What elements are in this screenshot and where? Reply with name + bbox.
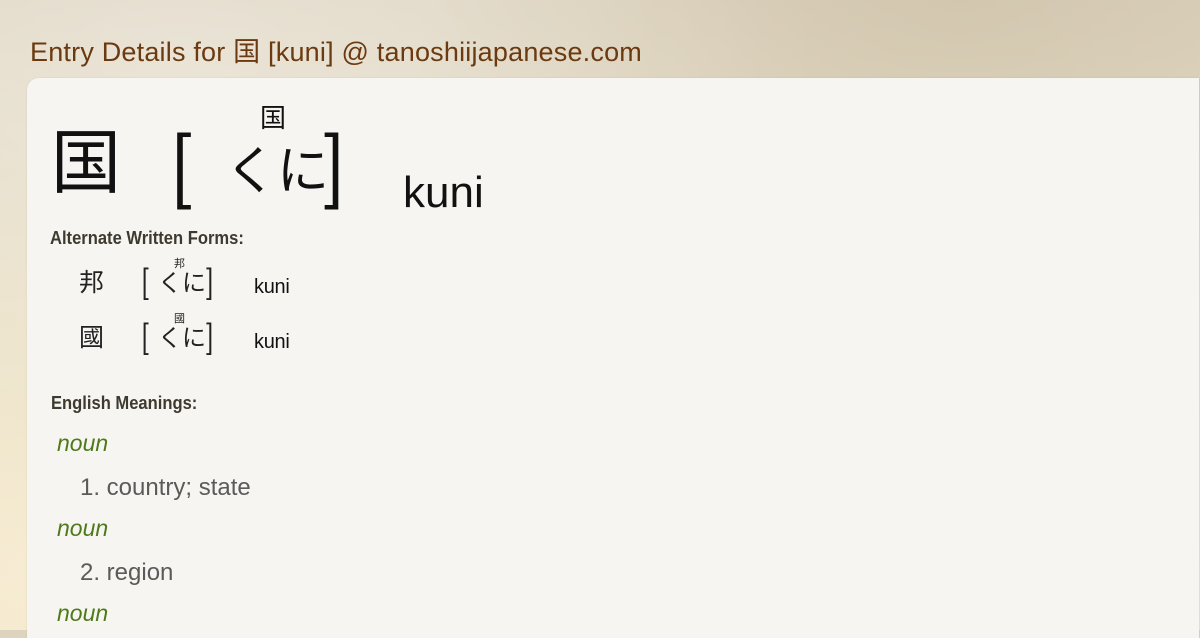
alternate-bracket-open: [ [141, 318, 151, 359]
part-of-speech: noun [57, 430, 109, 456]
alternate-bracket-close: ] [204, 263, 214, 304]
alternate-form-row[interactable]: 邦 [ 邦 くに ] kuni [79, 258, 479, 308]
part-of-speech: noun [57, 515, 109, 541]
meaning-text: 1. country; state [80, 474, 251, 501]
alternate-kanji: 國 [79, 323, 105, 352]
headword-kanji: 国 [51, 122, 121, 204]
entry-card: 国 [ 国 くに ] kuni Alternate Written Forms:… [27, 78, 1199, 638]
headword-bracket-open: [ [172, 119, 196, 219]
alternate-kana: くに [158, 324, 206, 352]
alternate-forms-label: Alternate Written Forms: [50, 228, 244, 248]
headword-romaji: kuni [403, 168, 484, 217]
headword-furigana: 国 [260, 104, 287, 134]
headword-bracket-close: ] [320, 119, 344, 219]
english-meanings-label: English Meanings: [51, 393, 198, 413]
headword-kana: くに [225, 142, 330, 202]
alternate-kana: くに [158, 269, 206, 297]
part-of-speech: noun [57, 600, 109, 626]
alternate-kanji: 邦 [79, 268, 105, 297]
alternate-bracket-close: ] [204, 318, 214, 359]
meaning-text: 2. region [80, 559, 174, 586]
alternate-bracket-open: [ [141, 263, 151, 304]
alternate-form-row[interactable]: 國 [ 國 くに ] kuni [79, 313, 479, 363]
alternate-furigana: 邦 [174, 257, 185, 270]
alternate-romaji: kuni [254, 331, 290, 353]
page-title: Entry Details for 国 [kuni] @ tanoshiijap… [30, 37, 642, 67]
alternate-furigana: 國 [174, 312, 185, 325]
headword: 国 [ 国 くに ] kuni [51, 98, 651, 218]
alternate-romaji: kuni [254, 276, 290, 298]
